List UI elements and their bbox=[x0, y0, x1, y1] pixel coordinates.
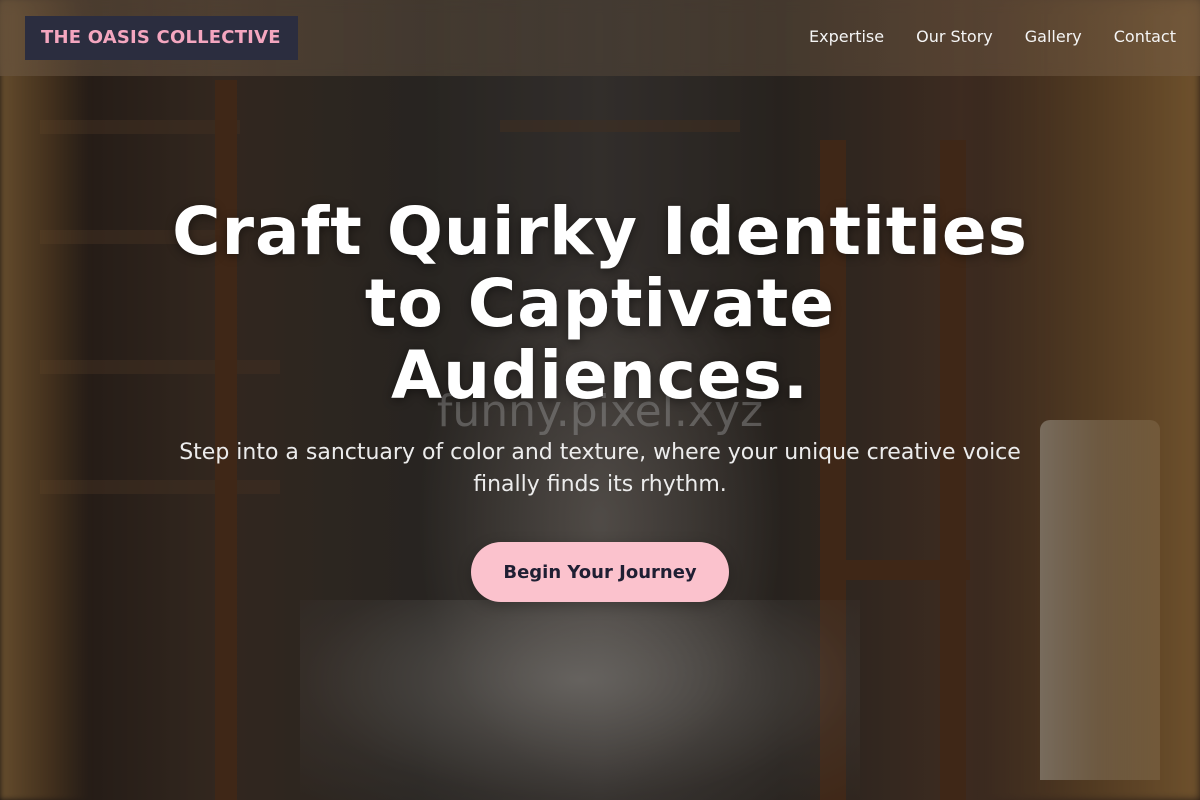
hero-headline: Craft Quirky Identities to Captivate Aud… bbox=[172, 193, 1028, 414]
top-navigation-bar: THE OASIS COLLECTIVE Expertise Our Story… bbox=[0, 0, 1200, 76]
hero-section: THE OASIS COLLECTIVE Expertise Our Story… bbox=[0, 0, 1200, 800]
hero-subtitle: Step into a sanctuary of color and textu… bbox=[179, 440, 1021, 497]
nav-link-our-story[interactable]: Our Story bbox=[916, 24, 993, 50]
nav-link-gallery[interactable]: Gallery bbox=[1025, 24, 1082, 50]
nav-link-contact[interactable]: Contact bbox=[1114, 24, 1176, 50]
brand-logo[interactable]: THE OASIS COLLECTIVE bbox=[25, 16, 298, 60]
begin-journey-button[interactable]: Begin Your Journey bbox=[471, 542, 729, 602]
hero-content: funny.pixel.xyz Craft Quirky Identities … bbox=[0, 0, 1200, 800]
main-nav: Expertise Our Story Gallery Contact bbox=[809, 24, 1176, 50]
nav-link-expertise[interactable]: Expertise bbox=[809, 24, 884, 50]
